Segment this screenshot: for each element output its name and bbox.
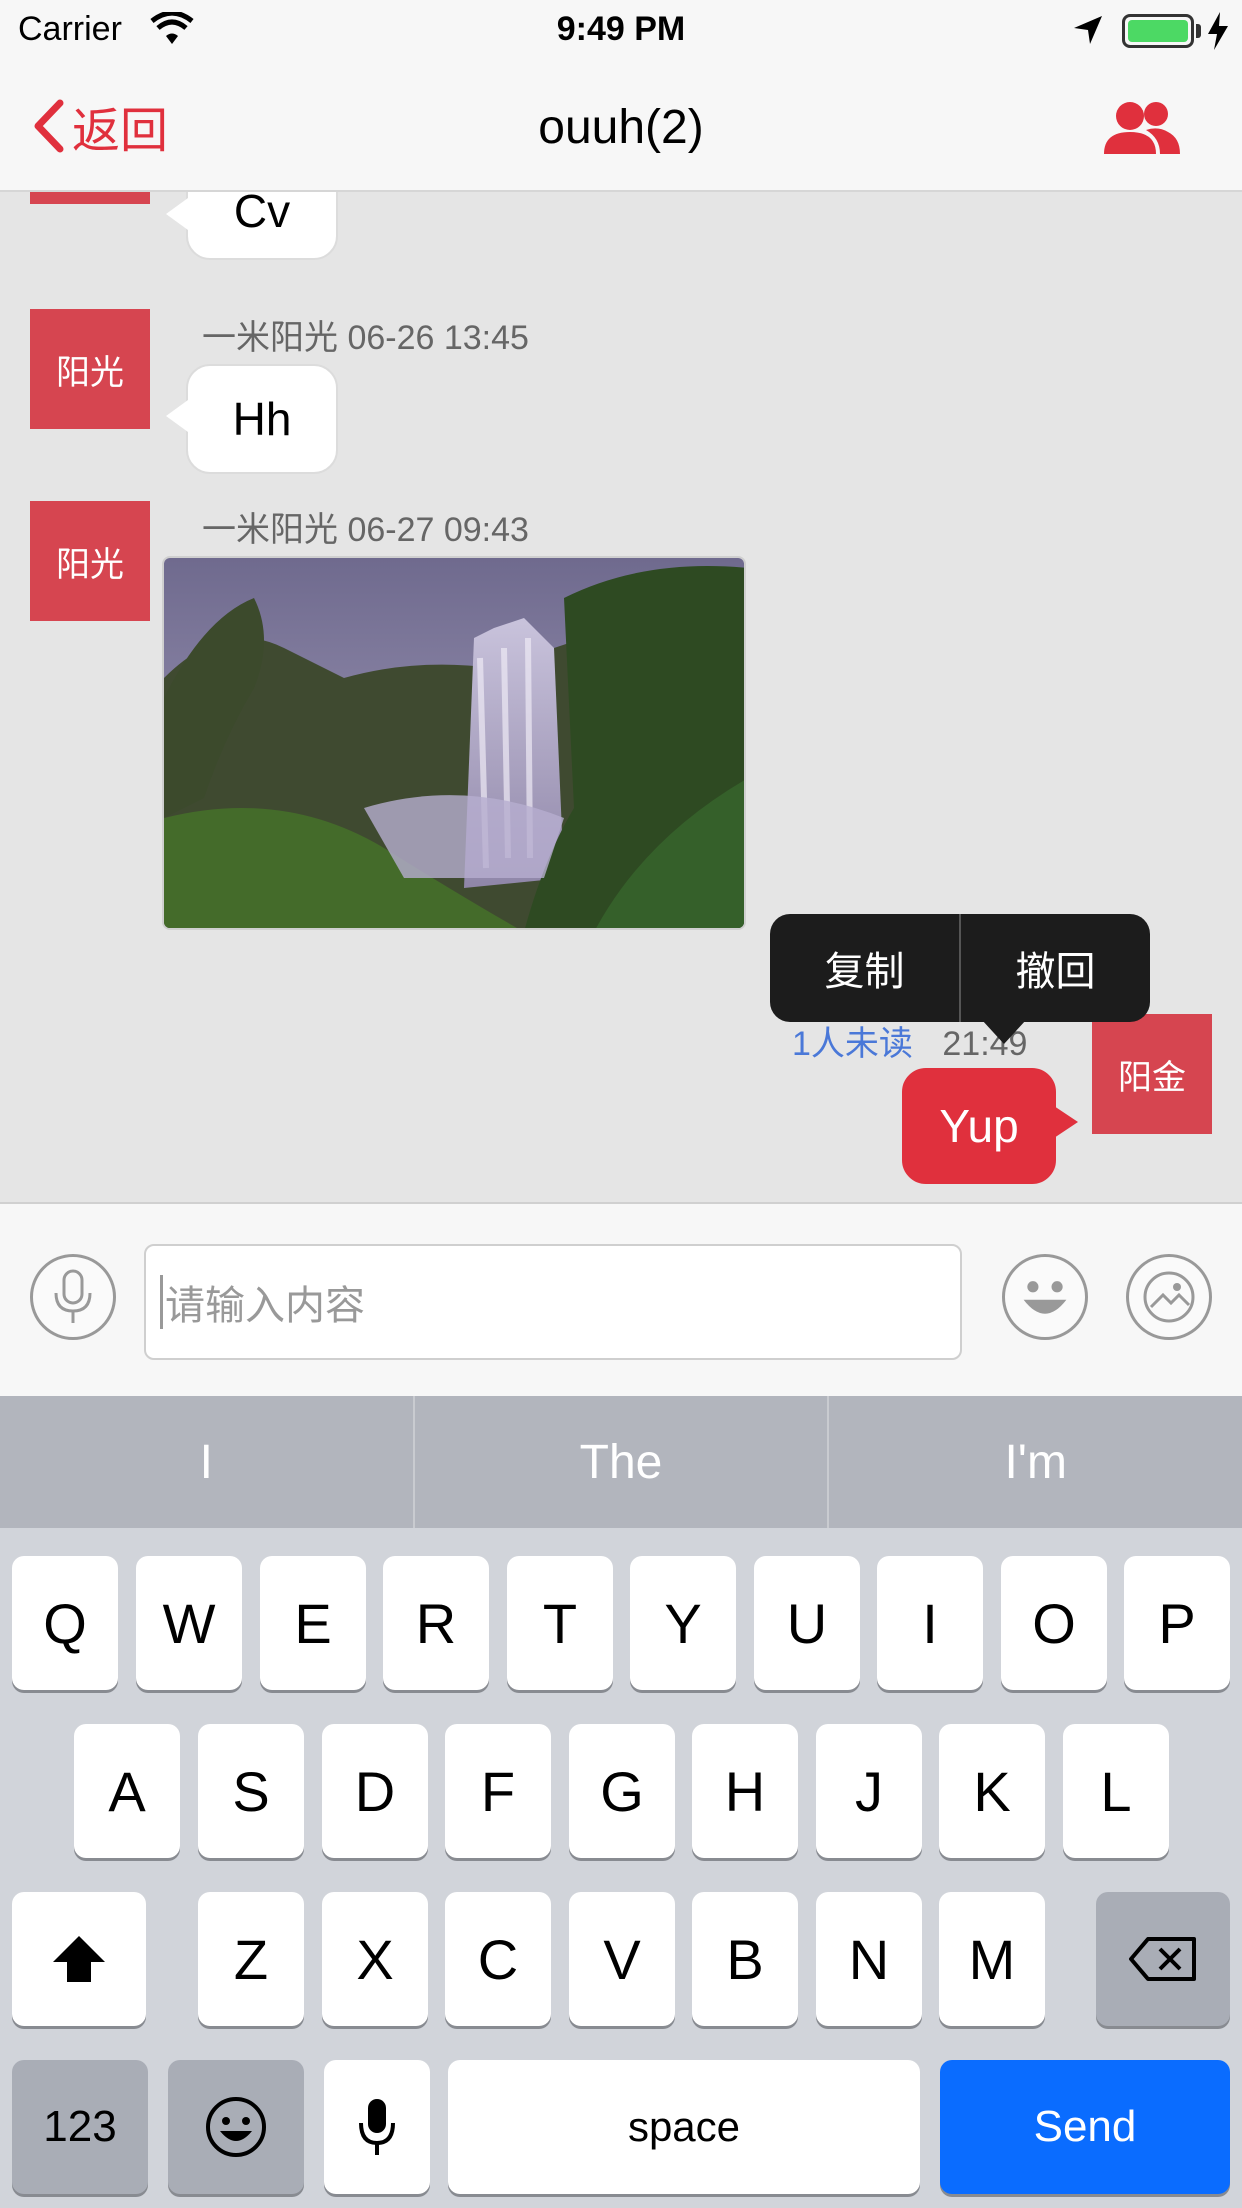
key-u[interactable]: U	[754, 1556, 860, 1690]
image-icon	[1143, 1271, 1195, 1323]
key-b[interactable]: B	[692, 1892, 798, 2026]
image-message[interactable]	[162, 556, 746, 930]
key-o[interactable]: O	[1001, 1556, 1107, 1690]
key-j[interactable]: J	[816, 1724, 922, 1858]
dictation-key[interactable]	[324, 2060, 430, 2194]
status-bar: Carrier 9:49 PM	[0, 0, 1242, 60]
key-w[interactable]: W	[136, 1556, 242, 1690]
chat-message-list[interactable]: Cv 阳光 一米阳光 06-26 13:45 Hh 阳光 一米阳光 06-27 …	[0, 192, 1242, 1202]
avatar-label: 阳光	[56, 545, 124, 584]
group-members-icon[interactable]	[1100, 98, 1182, 158]
message-text: Cv	[233, 192, 291, 237]
message-input-placeholder: 请输入内容	[165, 1284, 365, 1328]
key-c[interactable]: C	[445, 1892, 551, 2026]
avatar[interactable]: 阳光	[30, 501, 150, 621]
key-t[interactable]: T	[507, 1556, 613, 1690]
key-r[interactable]: R	[383, 1556, 489, 1690]
recall-menu-item[interactable]: 撤回	[961, 914, 1150, 1022]
space-key[interactable]: space	[448, 2060, 920, 2194]
key-l[interactable]: L	[1063, 1724, 1169, 1858]
key-h[interactable]: H	[692, 1724, 798, 1858]
avatar[interactable]: 阳光	[30, 309, 150, 429]
avatar-label: 阳光	[56, 353, 124, 392]
location-arrow-icon	[1074, 16, 1102, 44]
key-e[interactable]: E	[260, 1556, 366, 1690]
charging-bolt-icon	[1208, 12, 1228, 50]
key-v[interactable]: V	[569, 1892, 675, 2026]
key-y[interactable]: Y	[630, 1556, 736, 1690]
page-title: ouuh(2)	[538, 101, 704, 154]
clock: 9:49 PM	[556, 10, 686, 48]
emoji-button[interactable]	[1002, 1254, 1088, 1340]
navigation-bar: 返回 ouuh(2)	[0, 60, 1242, 192]
battery-icon	[1122, 14, 1194, 48]
numbers-key[interactable]: 123	[12, 2060, 148, 2194]
text-caret	[160, 1275, 163, 1329]
message-text: Hh	[232, 393, 292, 445]
suggestion[interactable]: The	[415, 1396, 828, 1528]
send-key[interactable]: Send	[940, 2060, 1230, 2194]
key-q[interactable]: Q	[12, 1556, 118, 1690]
suggestion[interactable]: I'm	[829, 1396, 1242, 1528]
key-p[interactable]: P	[1124, 1556, 1230, 1690]
unread-count-link[interactable]: 1人未读	[792, 1025, 913, 1063]
waterfall-photo	[164, 558, 744, 928]
composer-bar: 请输入内容	[0, 1202, 1242, 1396]
key-z[interactable]: Z	[198, 1892, 304, 2026]
copy-menu-item[interactable]: 复制	[770, 914, 959, 1022]
key-n[interactable]: N	[816, 1892, 922, 2026]
key-d[interactable]: D	[322, 1724, 428, 1858]
message-meta: 一米阳光 06-26 13:45	[202, 319, 529, 357]
message-input[interactable]: 请输入内容	[144, 1244, 962, 1360]
avatar[interactable]: 阳金	[1092, 1014, 1212, 1134]
shift-arrow-icon	[53, 1936, 105, 1982]
smiley-icon	[1023, 1281, 1067, 1314]
shift-key[interactable]	[12, 1892, 146, 2026]
key-k[interactable]: K	[939, 1724, 1045, 1858]
backspace-icon	[1129, 1937, 1196, 1981]
menu-pointer	[982, 1020, 1026, 1044]
suggestion[interactable]: I	[0, 1396, 413, 1528]
microphone-icon	[54, 1269, 92, 1323]
key-x[interactable]: X	[322, 1892, 428, 2026]
emoji-face-icon	[206, 2097, 266, 2157]
key-a[interactable]: A	[74, 1724, 180, 1858]
predictive-text-bar: I The I'm	[0, 1396, 1242, 1528]
battery-cap	[1196, 24, 1201, 38]
key-i[interactable]: I	[877, 1556, 983, 1690]
message-bubble[interactable]: Hh	[166, 364, 338, 474]
key-g[interactable]: G	[569, 1724, 675, 1858]
voice-input-button[interactable]	[30, 1254, 116, 1340]
message-context-menu: 复制 撤回	[770, 914, 1150, 1044]
message-bubble[interactable]: Yup	[902, 1068, 1078, 1184]
microphone-icon	[359, 2099, 395, 2155]
message-text: Yup	[939, 1100, 1019, 1152]
message-meta: 一米阳光 06-27 09:43	[202, 511, 529, 549]
key-f[interactable]: F	[445, 1724, 551, 1858]
photo-picker-button[interactable]	[1126, 1254, 1212, 1340]
keyboard: I The I'm Q W E R T Y U I O P A S D F G …	[0, 1396, 1242, 2208]
key-m[interactable]: M	[939, 1892, 1045, 2026]
avatar[interactable]	[30, 192, 150, 204]
avatar-label: 阳金	[1118, 1058, 1186, 1097]
delete-key[interactable]	[1096, 1892, 1230, 2026]
message-bubble[interactable]: Cv	[166, 192, 338, 260]
key-s[interactable]: S	[198, 1724, 304, 1858]
emoji-key[interactable]	[168, 2060, 304, 2194]
